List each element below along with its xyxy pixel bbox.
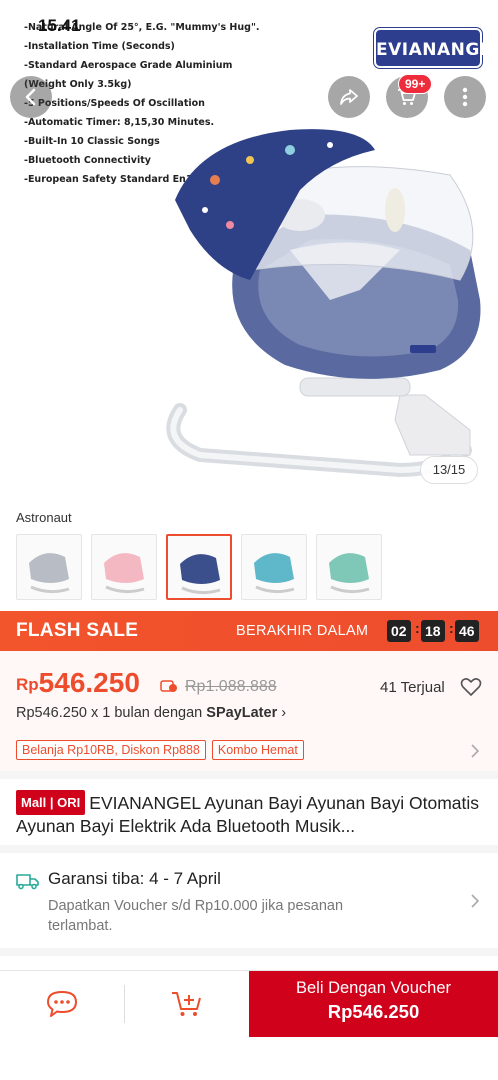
buy-button-label: Beli Dengan Voucher — [295, 979, 452, 997]
add-to-cart-icon — [172, 992, 201, 1016]
current-price: Rp546.250 — [16, 667, 140, 699]
product-image-carousel[interactable]: -Natural Angle Of 25°, E.G. "Mummy's Hug… — [0, 0, 498, 498]
variant-thumbnail[interactable] — [241, 534, 307, 600]
product-title-text: EVIANANGEL Ayunan Bayi Ayunan Bayi Otoma… — [16, 793, 480, 836]
mall-ori-badge: Mall | ORI — [16, 790, 86, 815]
sold-count: 41 Terjual — [380, 679, 445, 696]
paylater-brand: SPayLater — [206, 705, 278, 721]
more-vertical-icon — [462, 87, 468, 107]
image-counter: 13/15 — [420, 456, 478, 484]
price-section: Rp546.250 Rp1.088.888 41 Terjual Rp546.2… — [0, 651, 498, 771]
chat-button[interactable] — [0, 971, 124, 1037]
chat-icon — [47, 991, 77, 1017]
paylater-info[interactable]: Rp546.250 x 1 bulan dengan SPayLater › — [16, 705, 286, 721]
variant-thumbnails — [16, 534, 382, 600]
brand-logo: EVIANANGEL — [374, 28, 498, 68]
timer-separator: : — [415, 620, 420, 636]
price-currency: Rp — [16, 675, 39, 694]
flash-sale-ends-label: BERAKHIR DALAM — [236, 623, 369, 639]
more-menu-button[interactable] — [444, 76, 486, 118]
flash-sale-banner[interactable]: FLASH SALE BERAKHIR DALAM 02 : 18 : 46 — [0, 611, 498, 651]
paylater-text: Rp546.250 x 1 bulan dengan — [16, 705, 207, 721]
variant-thumbnail[interactable] — [16, 534, 82, 600]
timer-separator: : — [449, 620, 454, 636]
price-value: 546.250 — [38, 667, 140, 698]
promo-tag-discount[interactable]: Belanja Rp10RB, Diskon Rp888 — [16, 740, 206, 760]
shipping-voucher-note: Dapatkan Voucher s/d Rp10.000 jika pesan… — [48, 898, 344, 934]
bottom-action-bar: Beli Dengan Voucher Rp546.250 — [0, 970, 498, 1080]
back-arrow-icon — [25, 88, 36, 106]
timer-minutes: 18 — [421, 620, 445, 642]
variant-thumbnail-selected[interactable] — [166, 534, 232, 600]
back-button[interactable] — [10, 76, 52, 118]
wishlist-heart-icon[interactable] — [460, 677, 482, 697]
original-price: Rp1.088.888 — [185, 678, 277, 695]
chevron-right-icon: › — [281, 705, 287, 721]
product-title: Mall | ORI EVIANANGEL Ayunan Bayi Ayunan … — [16, 790, 486, 838]
timer-seconds: 46 — [455, 620, 479, 642]
coin-discount-icon — [160, 680, 177, 692]
buy-button-price: Rp546.250 — [327, 1001, 420, 1022]
buy-with-voucher-button[interactable]: Beli Dengan Voucher Rp546.250 — [249, 971, 498, 1037]
share-icon — [340, 89, 358, 105]
status-time: 15.41 — [38, 16, 81, 35]
section-divider — [0, 948, 498, 956]
shipping-guarantee-title[interactable]: Garansi tiba: 4 - 7 April — [48, 869, 221, 889]
promo-tags: Belanja Rp10RB, Diskon Rp888 Kombo Hemat — [16, 740, 304, 760]
cart-count-badge: 99+ — [398, 74, 433, 94]
variant-thumbnail[interactable] — [91, 534, 157, 600]
variant-label: Astronaut — [16, 510, 72, 525]
flash-sale-title: FLASH SALE — [16, 620, 139, 641]
variant-thumbnail[interactable] — [316, 534, 382, 600]
section-divider — [0, 771, 498, 779]
timer-hours: 02 — [387, 620, 411, 642]
chevron-right-icon[interactable] — [470, 893, 480, 909]
share-button[interactable] — [328, 76, 370, 118]
section-divider — [0, 845, 498, 853]
delivery-truck-icon — [16, 874, 39, 890]
chevron-right-icon[interactable] — [470, 743, 480, 759]
add-to-cart-button[interactable] — [125, 971, 249, 1037]
promo-tag-combo[interactable]: Kombo Hemat — [211, 740, 304, 760]
